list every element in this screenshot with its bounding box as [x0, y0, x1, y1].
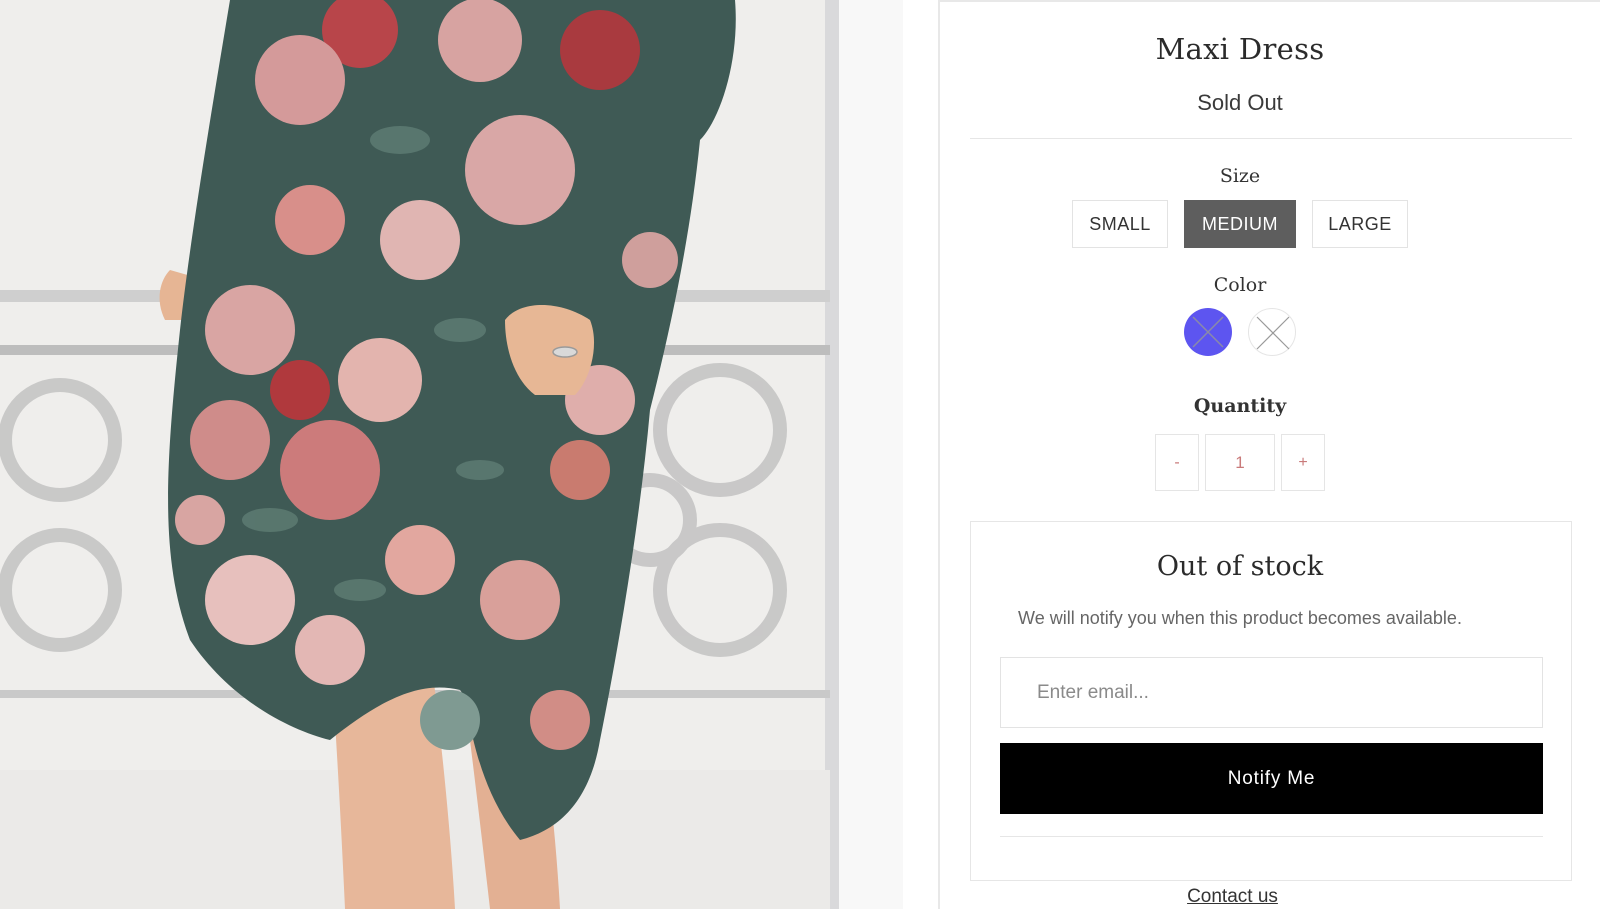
quantity-label: Quantity	[1193, 395, 1287, 417]
size-large-button[interactable]: LARGE	[1312, 200, 1408, 248]
unavailable-cross-icon	[1256, 316, 1290, 350]
product-panel: Maxi Dress Sold Out Size SMALL MEDIUM LA…	[938, 0, 1600, 909]
email-input[interactable]	[1000, 657, 1543, 728]
product-photo-art	[0, 0, 903, 909]
product-title: Maxi Dress	[1155, 32, 1325, 66]
out-of-stock-title: Out of stock	[1156, 551, 1324, 582]
divider	[970, 138, 1572, 139]
size-label: Size	[1219, 165, 1261, 187]
color-label: Color	[1213, 274, 1267, 296]
out-of-stock-message: We will notify you when this product bec…	[1018, 608, 1462, 628]
color-swatch-white[interactable]	[1248, 308, 1296, 356]
product-photo[interactable]	[0, 0, 903, 909]
stock-status: Sold Out	[1197, 90, 1283, 115]
quantity-input[interactable]	[1205, 434, 1275, 491]
contact-us-link[interactable]: Contact us	[940, 886, 1525, 908]
size-small-button[interactable]: SMALL	[1072, 200, 1168, 248]
quantity-stepper: - +	[940, 434, 1540, 491]
divider	[1000, 836, 1543, 837]
color-options	[940, 308, 1540, 356]
unavailable-cross-icon	[1192, 316, 1224, 348]
quantity-increase-button[interactable]: +	[1281, 434, 1325, 491]
color-swatch-blue[interactable]	[1184, 308, 1232, 356]
size-medium-button[interactable]: MEDIUM	[1184, 200, 1296, 248]
notify-me-button[interactable]: Notify Me	[1000, 743, 1543, 814]
quantity-decrease-button[interactable]: -	[1155, 434, 1199, 491]
product-page: Maxi Dress Sold Out Size SMALL MEDIUM LA…	[0, 0, 1600, 909]
size-options: SMALL MEDIUM LARGE	[940, 200, 1540, 248]
